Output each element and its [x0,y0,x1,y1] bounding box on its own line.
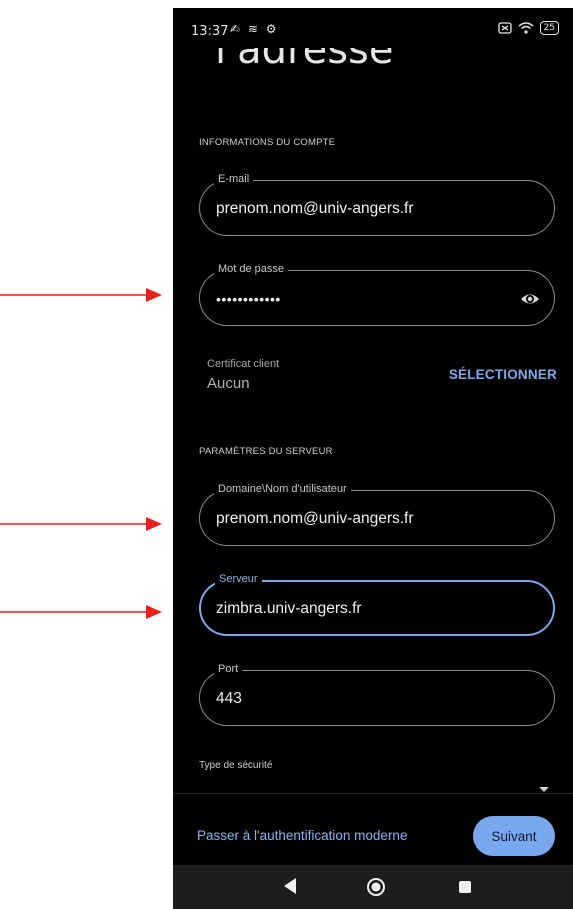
notification-icons: ✍ ≋ ⚙ [230,22,279,36]
email-field[interactable]: E-mail prenom.nom@univ-angers.fr [199,173,555,236]
server-section-label: PARAMÈTRES DU SERVEUR [199,446,333,457]
no-sim-icon [497,22,512,34]
client-certificate-label: Certificat client [207,358,280,370]
bottom-action-bar: Passer à l'authentification moderne Suiv… [173,793,573,864]
phone-screen: l'adresse 13:37 ✍ ≋ ⚙ 25 INFORMATIONS DU… [173,8,573,909]
password-field-label: Mot de passe [214,263,289,275]
show-password-eye-icon[interactable] [520,289,540,309]
select-certificate-button[interactable]: SÉLECTIONNER [449,367,557,382]
server-field[interactable]: Serveur zimbra.univ-angers.fr [199,573,555,636]
battery-icon: 25 [539,21,559,35]
modern-auth-link[interactable]: Passer à l'authentification moderne [197,828,407,843]
port-field[interactable]: Port 443 [199,663,555,726]
status-bar: 13:37 ✍ ≋ ⚙ 25 [173,8,573,48]
port-field-value: 443 [216,690,242,707]
email-field-value: prenom.nom@univ-angers.fr [216,200,414,217]
back-icon[interactable] [283,877,297,895]
password-field[interactable]: Mot de passe •••••••••••• [199,263,555,326]
email-field-label: E-mail [214,173,254,185]
server-field-label: Serveur [215,573,262,585]
server-field-value: zimbra.univ-angers.fr [216,600,362,617]
wifi-icon [518,22,534,34]
password-field-value: •••••••••••• [216,291,281,307]
domain-username-field-label: Domaine\Nom d'utilisateur [214,483,351,495]
home-icon[interactable] [366,877,386,897]
account-section-label: INFORMATIONS DU COMPTE [199,137,336,148]
security-type-label: Type de sécurité [199,760,273,771]
recent-apps-icon[interactable] [459,881,471,893]
annotation-arrow-password [0,288,162,302]
annotation-arrow-server [0,605,162,619]
system-nav-bar [173,865,573,909]
domain-username-field[interactable]: Domaine\Nom d'utilisateur prenom.nom@uni… [199,483,555,546]
client-certificate-value: Aucun [207,375,250,392]
port-field-label: Port [214,663,243,675]
annotation-arrow-domain-user [0,517,162,531]
next-button[interactable]: Suivant [473,816,555,856]
domain-username-field-value: prenom.nom@univ-angers.fr [216,510,414,527]
security-type-dropdown-icon[interactable] [539,787,549,792]
status-right-icons: 25 [497,21,559,35]
status-time: 13:37 [191,24,229,39]
